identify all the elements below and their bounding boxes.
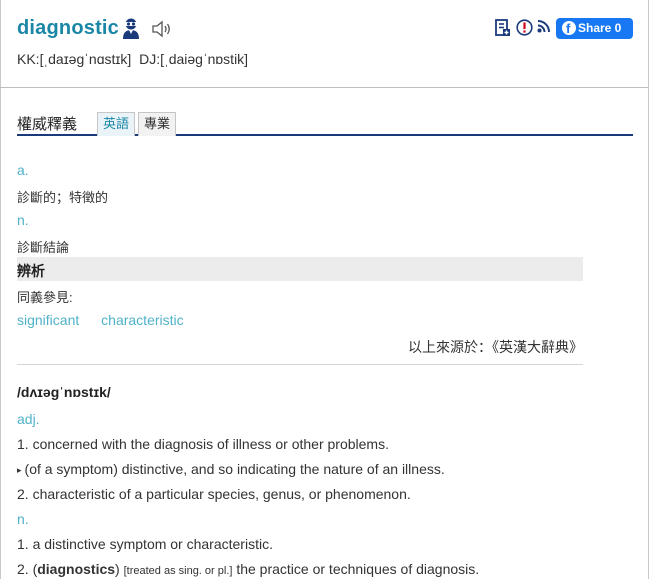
n-def2-note: [treated as sing. or pl.] [123, 565, 233, 577]
analysis-header: 辨析 [17, 257, 583, 281]
meaning-noun: 診斷結論 [17, 240, 70, 255]
pos-adj: adj. [17, 411, 40, 427]
headword: diagnostic [17, 17, 120, 39]
divider [17, 364, 583, 365]
n-definition-1: 1. a distinctive symptom or characterist… [17, 536, 273, 552]
pos-adjective: a. [17, 162, 29, 178]
n-def2-word: diagnostics [37, 561, 116, 577]
wordbook-icon[interactable] [494, 19, 511, 37]
entry-header: diagnostic KK:[ˌdaɪəgˈnɑstɪk] DJ:[ˌdaiəg… [0, 0, 649, 88]
bullet-triangle-icon: ▸ [17, 465, 22, 475]
facebook-share-button[interactable]: Share 0 [556, 18, 633, 39]
person-pronunciation-icon[interactable] [121, 17, 141, 39]
dj-pronunciation: DJ:[ˌdaiəgˈnɒstik] [139, 51, 249, 67]
tab-professional[interactable]: 專業 [138, 112, 177, 136]
definition-tab-bar: 權威釋義 英語 專業 [17, 108, 633, 136]
n-definition-2: 2. (diagnostics) [treated as sing. or pl… [17, 561, 479, 577]
adj-subdefinition: ▸ (of a symptom) distinctive, and so indi… [17, 461, 445, 477]
n-def2-prefix: 2. ( [17, 561, 38, 577]
synonyms-label: 同義參見: [17, 290, 73, 305]
synonym-links: significant characteristic [17, 312, 184, 328]
report-error-icon[interactable] [516, 19, 533, 36]
meaning-adjective: 診斷的；特徵的 [17, 190, 109, 205]
pos-n: n. [17, 511, 29, 527]
analysis-label: 辨析 [17, 263, 45, 279]
synonym-link-characteristic[interactable]: characteristic [101, 312, 183, 328]
share-label: Share 0 [578, 21, 622, 35]
phonetic: /dʌɪəgˈnɒstɪk/ [17, 384, 111, 400]
speaker-icon[interactable] [151, 20, 173, 38]
facebook-icon [562, 18, 576, 39]
pronunciation: KK:[ˌdaɪəgˈnɑstɪk] DJ:[ˌdaiəgˈnɒstik] [17, 51, 252, 67]
kk-pronunciation: KK:[ˌdaɪəgˈnɑstɪk] [17, 51, 132, 67]
rss-icon[interactable] [537, 19, 551, 33]
source-note: 以上來源於：《英漢大辭典》 [408, 339, 583, 355]
section-title: 權威釋義 [17, 116, 78, 133]
synonym-link-significant[interactable]: significant [17, 312, 79, 328]
tab-english[interactable]: 英語 [97, 112, 136, 136]
adj-subdefinition-text: (of a symptom) distinctive, and so indic… [24, 461, 445, 477]
pos-noun: n. [17, 212, 29, 228]
n-def2-close: ) [115, 561, 120, 577]
adj-definition-2: 2. characteristic of a particular specie… [17, 486, 411, 502]
adj-definition-1: 1. concerned with the diagnosis of illne… [17, 436, 389, 452]
n-def2-rest: the practice or techniques of diagnosis. [236, 561, 480, 577]
